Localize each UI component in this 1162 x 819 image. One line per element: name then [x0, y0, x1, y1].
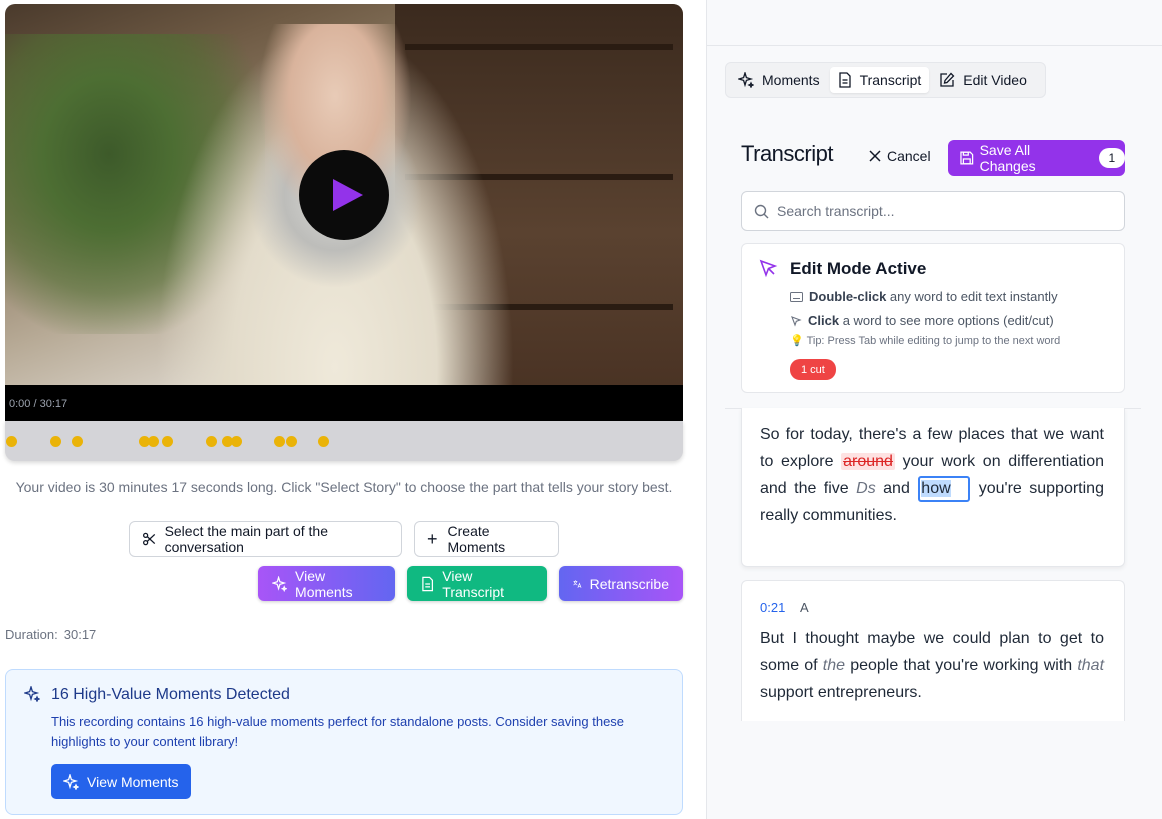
duration-info: Duration: 30:17 [5, 627, 96, 642]
edit-icon [940, 72, 955, 87]
moment-marker[interactable] [6, 436, 17, 447]
cancel-button[interactable]: Cancel [869, 148, 931, 164]
high-value-button-label: View Moments [87, 773, 179, 790]
edit-mode-card: Edit Mode Active Double-click any word t… [741, 243, 1125, 393]
double-click-text: any word to edit text instantly [889, 289, 1058, 304]
low-confidence-word[interactable]: that [1077, 657, 1104, 674]
translate-icon [573, 579, 582, 588]
view-moments-button[interactable]: View Moments [258, 566, 395, 601]
create-moments-label: Create Moments [447, 523, 506, 555]
tab-edit-video[interactable]: Edit Video [931, 67, 1035, 93]
select-main-part-button[interactable]: Select the main part of the conversation [129, 521, 402, 557]
transcript-words[interactable]: and [883, 480, 910, 497]
low-confidence-word[interactable]: Ds [856, 480, 876, 497]
cancel-label: Cancel [887, 148, 931, 164]
transcript-words[interactable]: support entrepreneurs. [760, 684, 922, 701]
tab-transcript-label: Transcript [859, 72, 922, 88]
view-moments-label: View Moments [295, 567, 353, 600]
moment-marker[interactable] [274, 436, 285, 447]
scissors-icon [143, 532, 156, 546]
search-input[interactable] [777, 203, 1107, 219]
moment-marker[interactable] [286, 436, 297, 447]
video-player[interactable] [5, 4, 683, 385]
tab-edit-video-label: Edit Video [963, 72, 1027, 88]
play-icon [333, 179, 363, 211]
segment-speaker: A [800, 600, 809, 615]
edit-tip: 💡 Tip: Press Tab while editing to jump t… [790, 334, 1060, 347]
document-icon [838, 72, 851, 88]
create-moments-button[interactable]: + Create Moments [414, 521, 559, 557]
transcript-words[interactable]: people that you're working with [850, 657, 1072, 674]
search-icon [754, 204, 769, 218]
duration-value: 30:17 [63, 627, 97, 642]
transcript-segment: 0:21 A But I thought maybe we could plan… [741, 580, 1125, 721]
edit-mode-title: Edit Mode Active [790, 259, 927, 278]
save-label: Save All Changes [979, 142, 1036, 174]
video-timecode: 0:00 / 30:17 [9, 398, 68, 410]
high-value-body: This recording contains 16 high-value mo… [51, 714, 625, 749]
moment-marker[interactable] [148, 436, 159, 447]
edit-hint-click: Click a word to see more options (edit/c… [790, 313, 1054, 328]
edit-hint-double-click: Double-click any word to edit text insta… [790, 289, 1058, 304]
save-all-changes-button[interactable]: Save All Changes 1 [948, 140, 1125, 176]
moment-marker[interactable] [231, 436, 242, 447]
moment-marker[interactable] [50, 436, 61, 447]
panel-title: Transcript [741, 141, 833, 166]
low-confidence-word[interactable]: the [823, 657, 845, 674]
save-icon [960, 151, 974, 165]
tab-moments[interactable]: Moments [730, 67, 828, 93]
double-click-bold: Double-click [809, 289, 887, 304]
tab-moments-label: Moments [762, 72, 820, 88]
moment-marker[interactable] [162, 436, 173, 447]
segment-text: But I thought maybe we could plan to get… [760, 625, 1104, 706]
play-button[interactable] [299, 150, 389, 240]
sparkles-icon [272, 575, 288, 592]
view-transcript-button[interactable]: View Transcript [407, 566, 547, 601]
keyboard-icon [790, 291, 803, 302]
segment-timestamp[interactable]: 0:21 [760, 600, 785, 615]
click-text: a word to see more options (edit/cut) [842, 313, 1054, 328]
video-length-info: Your video is 30 minutes 17 seconds long… [15, 479, 673, 495]
sparkles-icon [24, 686, 40, 702]
video-column: 0:00 / 30:17 Your video is 30 minutes 17… [0, 0, 700, 819]
selected-word-text: how [921, 480, 951, 497]
high-value-title: 16 High-Value Moments Detected [51, 686, 290, 703]
document-icon [422, 576, 434, 591]
moments-timeline[interactable] [5, 421, 683, 461]
sparkles-icon [63, 773, 79, 790]
high-value-view-moments-button[interactable]: View Moments [51, 764, 191, 799]
duration-label: Duration: [5, 627, 58, 642]
transcript-search [741, 191, 1125, 231]
changes-count-badge: 1 [1098, 148, 1125, 168]
close-icon [869, 150, 881, 162]
video-time-bar: 0:00 / 30:17 [5, 385, 683, 421]
pointer-icon [791, 315, 802, 327]
cursor-icon [759, 259, 778, 278]
moment-marker[interactable] [206, 436, 217, 447]
selected-word-editor[interactable]: how [918, 476, 971, 502]
select-main-part-label: Select the main part of the conversation [164, 523, 328, 555]
lightbulb-icon: 💡 [790, 335, 804, 347]
panel-header-band [707, 0, 1162, 46]
edit-tip-text: Tip: Press Tab while editing to jump to … [806, 335, 1061, 347]
sparkles-icon [738, 72, 754, 88]
moment-marker[interactable] [318, 436, 329, 447]
panel-tabs: Moments Transcript Edit Video [725, 62, 1046, 98]
plus-icon: + [427, 529, 438, 549]
view-transcript-label: View Transcript [442, 567, 505, 600]
cut-word[interactable]: around [841, 453, 895, 470]
transcript-panel: Moments Transcript Edit Video Transcript… [706, 0, 1162, 819]
moment-marker[interactable] [72, 436, 83, 447]
retranscribe-label: Retranscribe [589, 575, 669, 592]
high-value-moments-card: 16 High-Value Moments Detected This reco… [5, 669, 683, 815]
retranscribe-button[interactable]: Retranscribe [559, 566, 683, 601]
transcript-segment: So for today, there's a few places that … [741, 408, 1125, 567]
click-bold: Click [808, 313, 840, 328]
cut-count-badge: 1 cut [790, 359, 836, 380]
segment-text: So for today, there's a few places that … [760, 421, 1104, 529]
tab-transcript[interactable]: Transcript [829, 67, 930, 93]
